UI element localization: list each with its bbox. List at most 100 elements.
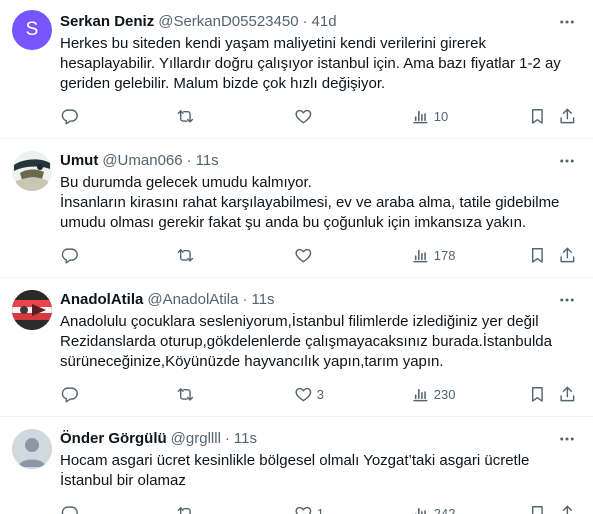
tweet-text-line: Herkes bu siteden kendi yaşam maliyetini… — [60, 35, 487, 52]
more-icon[interactable] — [555, 429, 579, 449]
more-icon[interactable] — [555, 12, 579, 32]
author-name[interactable]: AnadolAtila — [60, 291, 143, 308]
views-button[interactable]: 242 — [411, 503, 455, 514]
timestamp[interactable]: 11s — [234, 430, 257, 447]
reply-button[interactable] — [60, 503, 79, 514]
retweet-icon — [177, 109, 194, 123]
bookmark-icon — [531, 505, 543, 514]
share-icon — [560, 108, 575, 123]
retweet-button[interactable] — [176, 245, 195, 265]
tweet-text-line: Anadolulu çocuklara sesleniyorum,İstanbu… — [60, 313, 539, 330]
reply-icon — [61, 248, 78, 264]
bookmark-icon — [531, 108, 543, 124]
avatar[interactable] — [12, 429, 52, 469]
tweet-text: Bu durumda gelecek umudu kalmıyor. İnsan… — [60, 173, 585, 233]
tweet-text-line: İnsanların kirasını rahat karşılayabilme… — [60, 194, 560, 211]
author-handle[interactable]: @grgllll — [171, 430, 221, 447]
reply-button[interactable] — [60, 245, 79, 265]
tweet-text-line: umudu olması gerekir fakat şu anda bu ço… — [60, 214, 527, 231]
views-button[interactable]: 230 — [411, 384, 455, 404]
reply-feed: S Serkan Deniz @SerkanD05523450 · 41d He… — [0, 0, 593, 514]
tweet[interactable]: AnadolAtila @AnadolAtila · 11s Anadolulu… — [0, 278, 593, 417]
view-count: 242 — [433, 505, 456, 514]
share-button[interactable] — [558, 384, 577, 404]
reply-button[interactable] — [60, 106, 79, 126]
tweet-text-line: hesaplayabilir. Yıllardır doğru çalışıyo… — [60, 55, 561, 72]
bookmark-icon — [531, 247, 543, 263]
tweet-text-line: Bu durumda gelecek umudu kalmıyor. — [60, 174, 312, 191]
more-icon[interactable] — [555, 290, 579, 310]
views-button[interactable]: 178 — [411, 245, 455, 265]
tweet[interactable]: Umut @Uman066 · 11s Bu durumda gelecek u… — [0, 139, 593, 278]
share-button[interactable] — [558, 106, 577, 126]
like-icon — [295, 109, 312, 123]
like-count: 3 — [316, 386, 324, 402]
tweet-actions: 178 — [60, 245, 585, 265]
separator-dot: · — [224, 429, 230, 447]
tweet-text: Hocam asgari ücret kesinlikle bölgesel o… — [60, 451, 585, 491]
views-icon — [413, 249, 428, 263]
retweet-button[interactable] — [176, 384, 195, 404]
retweet-icon — [177, 387, 194, 401]
avatar[interactable]: S — [12, 10, 52, 50]
retweet-icon — [177, 248, 194, 262]
reply-icon — [61, 387, 78, 403]
tweet-text-line: İstanbul bir olamaz — [60, 472, 186, 489]
more-icon[interactable] — [555, 151, 579, 171]
like-icon — [295, 506, 312, 514]
tweet-actions: 3 230 — [60, 384, 585, 404]
author-handle[interactable]: @AnadolAtila — [147, 291, 238, 308]
share-icon — [560, 505, 575, 514]
tweet-header: Serkan Deniz @SerkanD05523450 · 41d — [60, 11, 337, 31]
avatar-image — [12, 290, 52, 330]
author-name[interactable]: Umut — [60, 152, 98, 169]
separator-dot: · — [186, 151, 192, 169]
like-button[interactable] — [294, 106, 317, 126]
tweet-text: Anadolulu çocuklara sesleniyorum,İstanbu… — [60, 312, 585, 372]
like-icon — [295, 387, 312, 401]
tweet-actions: 1 242 — [60, 503, 585, 514]
tweet-text-line: sürüneceğinize,Köyünüzde hayvancılık yap… — [60, 353, 444, 370]
bookmark-icon — [531, 386, 543, 402]
share-button[interactable] — [558, 503, 577, 514]
views-icon — [414, 507, 426, 514]
author-name[interactable]: Önder Görgülü — [60, 430, 167, 447]
share-button[interactable] — [558, 245, 577, 265]
view-count: 178 — [433, 247, 456, 263]
author-handle[interactable]: @Uman066 — [102, 152, 182, 169]
author-handle[interactable]: @SerkanD05523450 — [158, 13, 298, 30]
author-name[interactable]: Serkan Deniz — [60, 13, 154, 30]
bookmark-button[interactable] — [528, 245, 547, 265]
retweet-button[interactable] — [176, 106, 195, 126]
tweet-text-line: geriden gelebilir. Malum bizde çok hızlı… — [60, 75, 386, 92]
tweet[interactable]: S Serkan Deniz @SerkanD05523450 · 41d He… — [0, 0, 593, 139]
tweet[interactable]: Önder Görgülü @grgllll · 11s Hocam asgar… — [0, 417, 593, 514]
timestamp[interactable]: 41d — [312, 13, 337, 30]
like-button[interactable] — [294, 245, 317, 265]
like-button[interactable]: 3 — [294, 384, 324, 404]
bookmark-button[interactable] — [528, 106, 547, 126]
avatar[interactable] — [12, 151, 52, 191]
reply-icon — [61, 109, 78, 125]
retweet-button[interactable] — [176, 503, 195, 514]
bookmark-button[interactable] — [528, 503, 547, 514]
views-icon — [413, 110, 428, 124]
views-icon — [413, 388, 428, 402]
reply-button[interactable] — [60, 384, 79, 404]
bookmark-button[interactable] — [528, 384, 547, 404]
timestamp[interactable]: 11s — [196, 152, 219, 169]
avatar[interactable] — [12, 290, 52, 330]
view-count: 10 — [433, 108, 449, 124]
avatar-image — [12, 151, 52, 191]
timestamp[interactable]: 11s — [251, 291, 274, 308]
views-button[interactable]: 10 — [411, 106, 448, 126]
tweet-header: Umut @Uman066 · 11s — [60, 150, 219, 170]
separator-dot: · — [302, 12, 308, 30]
tweet-actions: 10 — [60, 106, 585, 126]
view-count: 230 — [433, 386, 456, 402]
separator-dot: · — [242, 290, 248, 308]
tweet-header: AnadolAtila @AnadolAtila · 11s — [60, 289, 275, 309]
tweet-text-line: Hocam asgari ücret kesinlikle bölgesel o… — [60, 452, 530, 469]
like-button[interactable]: 1 — [294, 503, 324, 514]
default-avatar-icon — [12, 429, 52, 469]
